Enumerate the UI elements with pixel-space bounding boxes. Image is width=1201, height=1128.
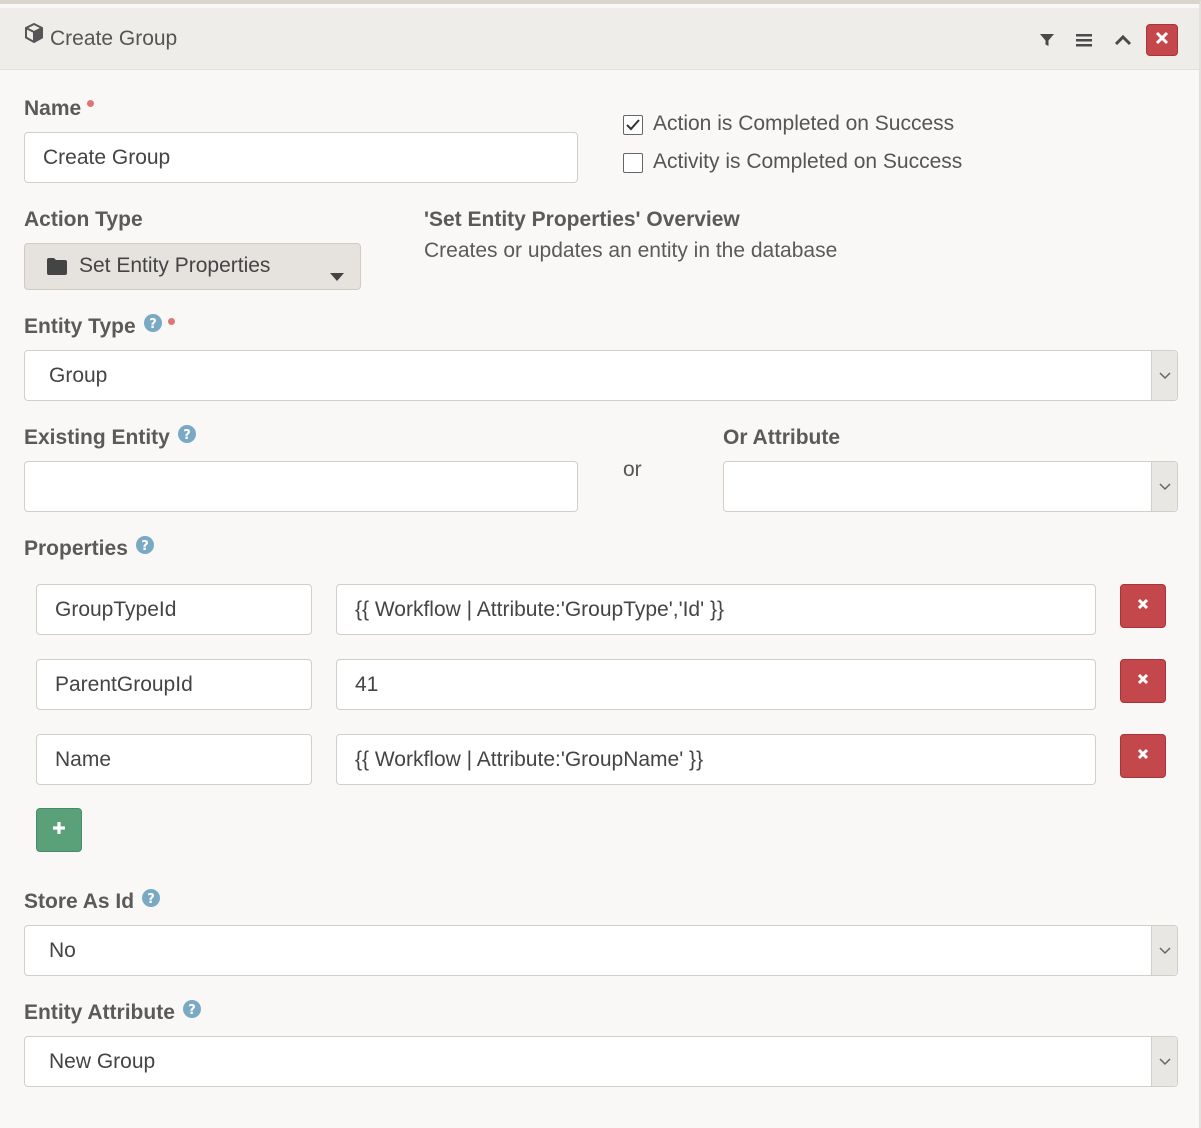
store-as-id-value: No — [49, 938, 76, 962]
property-value-input[interactable]: 41 — [336, 659, 1096, 710]
close-icon — [1155, 31, 1169, 50]
caret-down-icon — [330, 263, 344, 287]
menu-icon[interactable] — [1070, 26, 1098, 54]
overview-text: Creates or updates an entity in the data… — [424, 239, 838, 262]
svg-text:?: ? — [183, 428, 191, 443]
action-type-dropdown[interactable]: Set Entity Properties — [24, 243, 361, 290]
property-value-text: {{ Workflow | Attribute:'GroupType','Id'… — [355, 597, 724, 621]
svg-text:?: ? — [147, 892, 155, 907]
close-icon — [1137, 597, 1149, 615]
activity-completed-label[interactable]: Activity is Completed on Success — [653, 150, 962, 174]
action-type-label: Action Type — [24, 208, 143, 231]
property-key-value: ParentGroupId — [55, 672, 193, 696]
properties-label: Properties? — [24, 535, 154, 561]
close-icon — [1137, 672, 1149, 690]
help-icon[interactable]: ? — [182, 999, 201, 1024]
remove-property-button[interactable] — [1120, 584, 1166, 628]
panel-title: Create Group — [24, 8, 177, 70]
entity-type-label-text: Entity Type — [24, 315, 136, 338]
name-input-value: Create Group — [43, 145, 171, 169]
entity-type-select[interactable]: Group — [24, 350, 1178, 401]
entity-attribute-select[interactable]: New Group — [24, 1036, 1178, 1087]
chevron-down-icon — [1151, 926, 1177, 975]
store-as-id-label-text: Store As Id — [24, 890, 135, 913]
existing-entity-input[interactable] — [24, 461, 578, 512]
help-icon[interactable]: ? — [142, 888, 161, 913]
property-key-value: GroupTypeId — [55, 597, 177, 621]
chevron-up-icon[interactable] — [1109, 26, 1137, 54]
property-value-text: 41 — [355, 672, 379, 696]
property-key-input[interactable]: ParentGroupId — [36, 659, 312, 710]
close-button[interactable] — [1146, 24, 1178, 56]
property-key-input[interactable]: Name — [36, 734, 312, 785]
or-attribute-select[interactable] — [723, 461, 1178, 512]
add-property-button[interactable] — [36, 808, 82, 852]
required-indicator — [167, 318, 175, 325]
entity-type-label: Entity Type? — [24, 313, 175, 339]
or-text: or — [623, 458, 642, 481]
overview-title: 'Set Entity Properties' Overview — [424, 208, 740, 231]
panel-header: Create Group — [0, 8, 1199, 70]
name-label-text: Name — [24, 97, 82, 120]
plus-icon — [52, 821, 66, 840]
create-group-panel: Create Group Name Create Group Action is… — [0, 0, 1201, 1128]
store-as-id-label: Store As Id? — [24, 888, 161, 914]
help-icon[interactable]: ? — [135, 535, 154, 560]
remove-property-button[interactable] — [1120, 734, 1166, 778]
filter-icon[interactable] — [1033, 26, 1061, 54]
chevron-down-icon — [1151, 351, 1177, 400]
folder-icon — [47, 257, 67, 281]
help-icon[interactable]: ? — [143, 313, 162, 338]
chevron-down-icon — [1151, 1037, 1177, 1086]
property-key-value: Name — [55, 747, 112, 771]
remove-property-button[interactable] — [1120, 659, 1166, 703]
svg-text:?: ? — [149, 317, 157, 332]
cube-icon — [24, 6, 44, 68]
entity-attribute-value: New Group — [49, 1049, 156, 1073]
property-key-input[interactable]: GroupTypeId — [36, 584, 312, 635]
chevron-down-icon — [1151, 462, 1177, 511]
properties-label-text: Properties — [24, 537, 128, 560]
action-type-value: Set Entity Properties — [79, 254, 271, 277]
required-indicator — [87, 100, 95, 107]
svg-text:?: ? — [188, 1003, 196, 1018]
property-value-text: {{ Workflow | Attribute:'GroupName' }} — [355, 747, 704, 771]
action-completed-checkbox[interactable] — [623, 115, 643, 135]
existing-entity-label-text: Existing Entity — [24, 426, 170, 449]
svg-text:?: ? — [141, 539, 149, 554]
property-value-input[interactable]: {{ Workflow | Attribute:'GroupType','Id'… — [336, 584, 1096, 635]
entity-attribute-label: Entity Attribute? — [24, 999, 201, 1025]
activity-completed-checkbox[interactable] — [623, 153, 643, 173]
store-as-id-select[interactable]: No — [24, 925, 1178, 976]
existing-entity-label: Existing Entity? — [24, 424, 196, 450]
name-input[interactable]: Create Group — [24, 132, 578, 183]
action-completed-label[interactable]: Action is Completed on Success — [653, 112, 954, 136]
or-attribute-label: Or Attribute — [723, 426, 841, 449]
name-label: Name — [24, 97, 95, 121]
property-value-input[interactable]: {{ Workflow | Attribute:'GroupName' }} — [336, 734, 1096, 785]
entity-attribute-label-text: Entity Attribute — [24, 1001, 175, 1024]
entity-type-value: Group — [49, 363, 108, 387]
panel-title-text: Create Group — [50, 27, 178, 50]
close-icon — [1137, 747, 1149, 765]
help-icon[interactable]: ? — [177, 424, 196, 449]
